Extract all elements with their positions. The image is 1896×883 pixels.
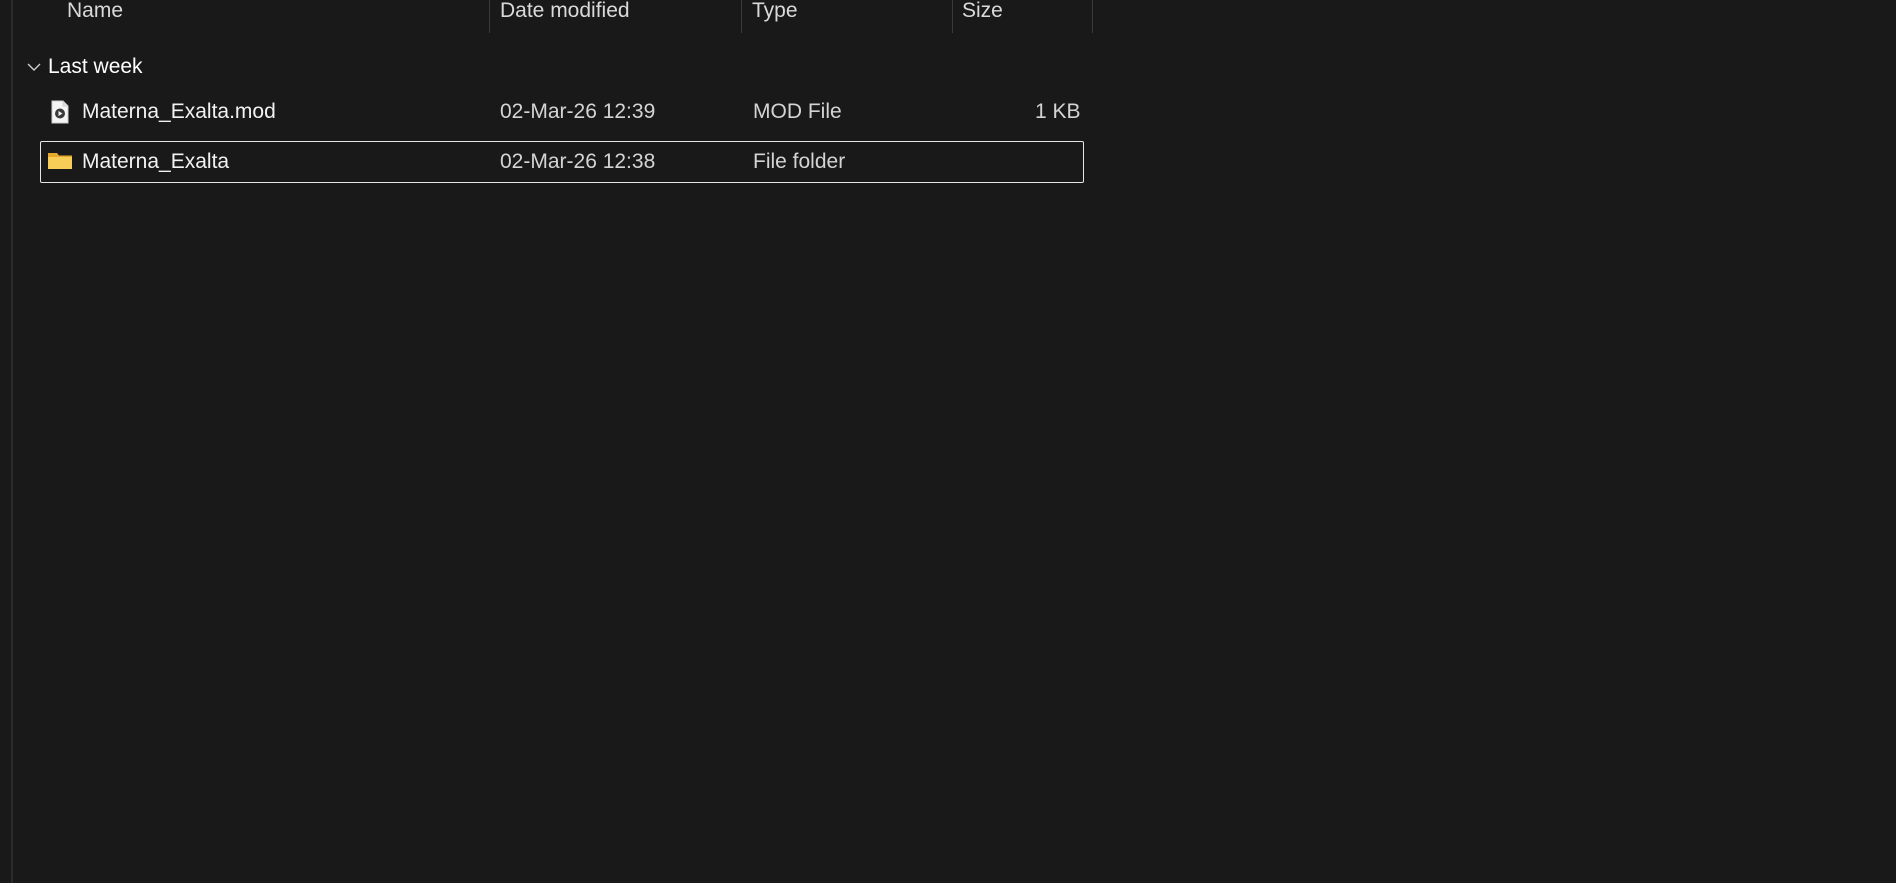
column-header-type[interactable]: Type [752, 0, 952, 32]
group-header-last-week[interactable]: Last week [24, 52, 143, 82]
folder-icon [47, 149, 72, 173]
file-size: 1 KB [1035, 100, 1081, 123]
column-header-type-label: Type [752, 0, 798, 22]
file-name: Materna_Exalta.mod [82, 100, 276, 123]
column-header-name-label: Name [67, 0, 124, 22]
file-row-materna-exalta-folder[interactable]: Materna_Exalta 02-Mar-26 12:38 File fold… [40, 141, 1084, 183]
file-explorer-pane: Name Date modified Type Size Last week M… [0, 0, 1896, 883]
file-size [1035, 141, 1075, 183]
pane-left-border [11, 0, 13, 883]
column-header-date-modified[interactable]: Date modified [500, 0, 740, 32]
column-header-size[interactable]: Size [962, 0, 1087, 32]
group-label: Last week [48, 55, 143, 78]
chevron-down-icon[interactable] [24, 57, 44, 77]
file-date-modified: 02-Mar-26 12:39 [500, 100, 656, 123]
media-file-icon [48, 100, 72, 124]
file-row-materna-exalta-mod[interactable]: Materna_Exalta.mod 02-Mar-26 12:39 MOD F… [40, 91, 1084, 133]
file-date-modified: 02-Mar-26 12:38 [500, 150, 656, 173]
column-header-size-label: Size [962, 0, 1003, 22]
column-header-row: Name Date modified Type Size [0, 0, 1100, 33]
column-separator-type[interactable] [952, 0, 953, 33]
column-header-date-label: Date modified [500, 0, 630, 22]
column-separator-name[interactable] [489, 0, 490, 33]
file-name: Materna_Exalta [82, 150, 230, 173]
file-type: MOD File [753, 100, 842, 123]
column-separator-date[interactable] [741, 0, 742, 33]
file-type: File folder [753, 150, 846, 173]
column-header-name[interactable]: Name [67, 0, 487, 32]
column-separator-size[interactable] [1092, 0, 1093, 33]
